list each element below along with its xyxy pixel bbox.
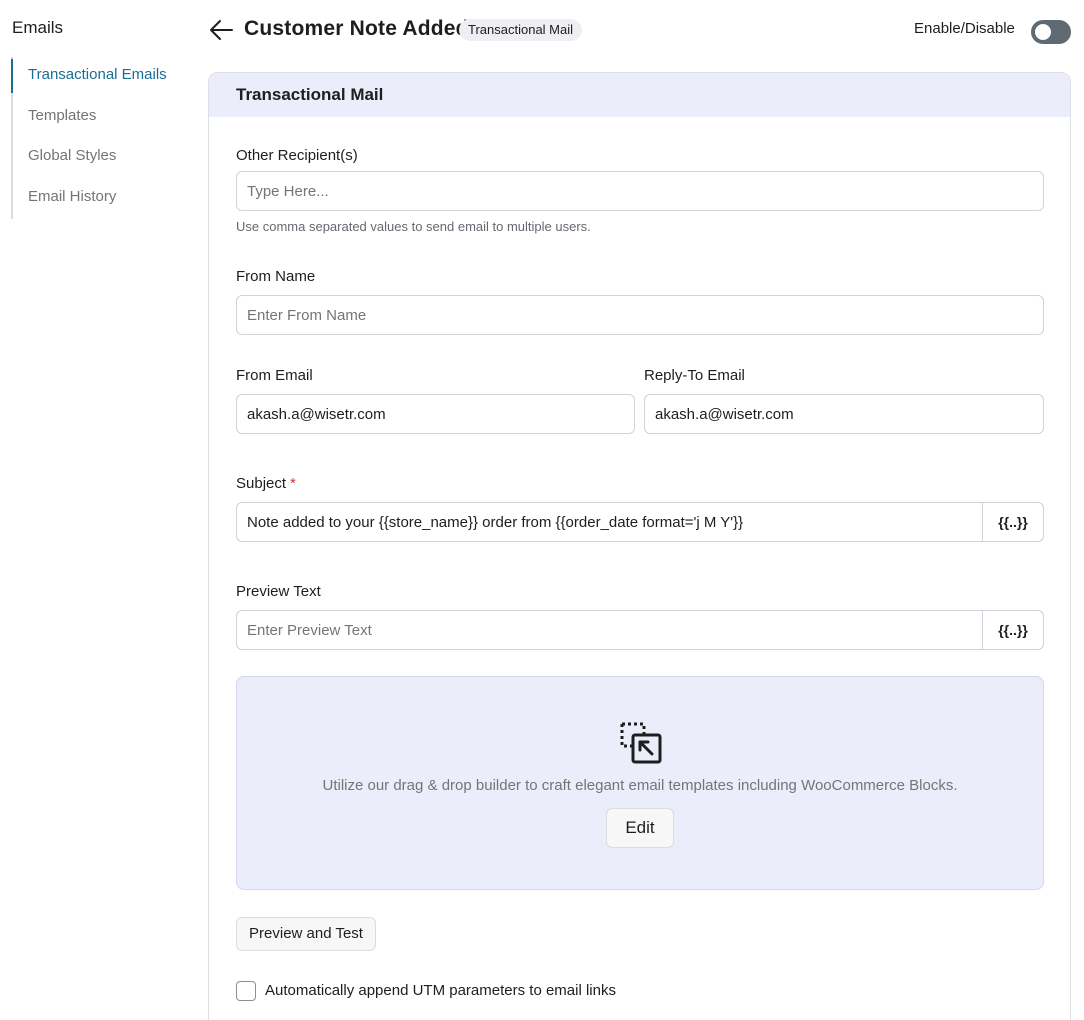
other-recipients-help: Use comma separated values to send email… bbox=[236, 219, 591, 234]
from-name-label: From Name bbox=[236, 268, 316, 285]
utm-checkbox-label[interactable]: Automatically append UTM parameters to e… bbox=[265, 982, 616, 999]
from-email-label: From Email bbox=[236, 367, 313, 384]
toggle-label: Enable/Disable bbox=[914, 20, 1015, 37]
sidebar-item-global-styles[interactable]: Global Styles bbox=[13, 138, 191, 179]
required-mark: * bbox=[290, 475, 296, 492]
settings-card: Transactional Mail Other Recipient(s) Us… bbox=[208, 72, 1071, 1020]
reply-to-email-input[interactable] bbox=[644, 394, 1044, 434]
sidebar-nav: Transactional Emails Templates Global St… bbox=[11, 57, 191, 219]
reply-to-email-label: Reply-To Email bbox=[644, 367, 745, 384]
sidebar-item-templates[interactable]: Templates bbox=[13, 98, 191, 139]
preview-and-test-button[interactable]: Preview and Test bbox=[236, 917, 376, 951]
edit-button[interactable]: Edit bbox=[606, 808, 674, 848]
sidebar-item-transactional-emails[interactable]: Transactional Emails bbox=[13, 57, 191, 98]
utm-checkbox[interactable] bbox=[236, 981, 256, 1001]
preview-text-label: Preview Text bbox=[236, 583, 321, 600]
sidebar-item-email-history[interactable]: Email History bbox=[13, 179, 191, 220]
subject-label: Subject * bbox=[236, 475, 296, 492]
subject-merge-tag-button[interactable]: {{..}} bbox=[983, 502, 1044, 542]
drag-drop-select-icon bbox=[620, 722, 662, 764]
mail-type-badge: Transactional Mail bbox=[459, 19, 583, 41]
back-button[interactable] bbox=[208, 18, 234, 42]
sidebar-title: Emails bbox=[12, 18, 64, 37]
email-builder-panel: Utilize our drag & drop builder to craft… bbox=[236, 676, 1044, 890]
from-email-input[interactable] bbox=[236, 394, 635, 434]
preview-text-input[interactable] bbox=[236, 610, 983, 650]
other-recipients-label: Other Recipient(s) bbox=[236, 147, 358, 164]
card-header: Transactional Mail bbox=[209, 73, 1070, 117]
builder-description: Utilize our drag & drop builder to craft… bbox=[322, 777, 958, 794]
toggle-knob bbox=[1035, 24, 1051, 40]
page-title: Customer Note Added bbox=[244, 17, 469, 40]
preview-text-merge-tag-button[interactable]: {{..}} bbox=[983, 610, 1044, 650]
other-recipients-input[interactable] bbox=[236, 171, 1044, 211]
enable-toggle[interactable] bbox=[1031, 20, 1071, 44]
subject-label-text: Subject bbox=[236, 475, 287, 492]
from-name-input[interactable] bbox=[236, 295, 1044, 335]
arrow-left-icon bbox=[210, 20, 233, 40]
active-indicator bbox=[11, 59, 13, 93]
subject-input[interactable] bbox=[236, 502, 983, 542]
